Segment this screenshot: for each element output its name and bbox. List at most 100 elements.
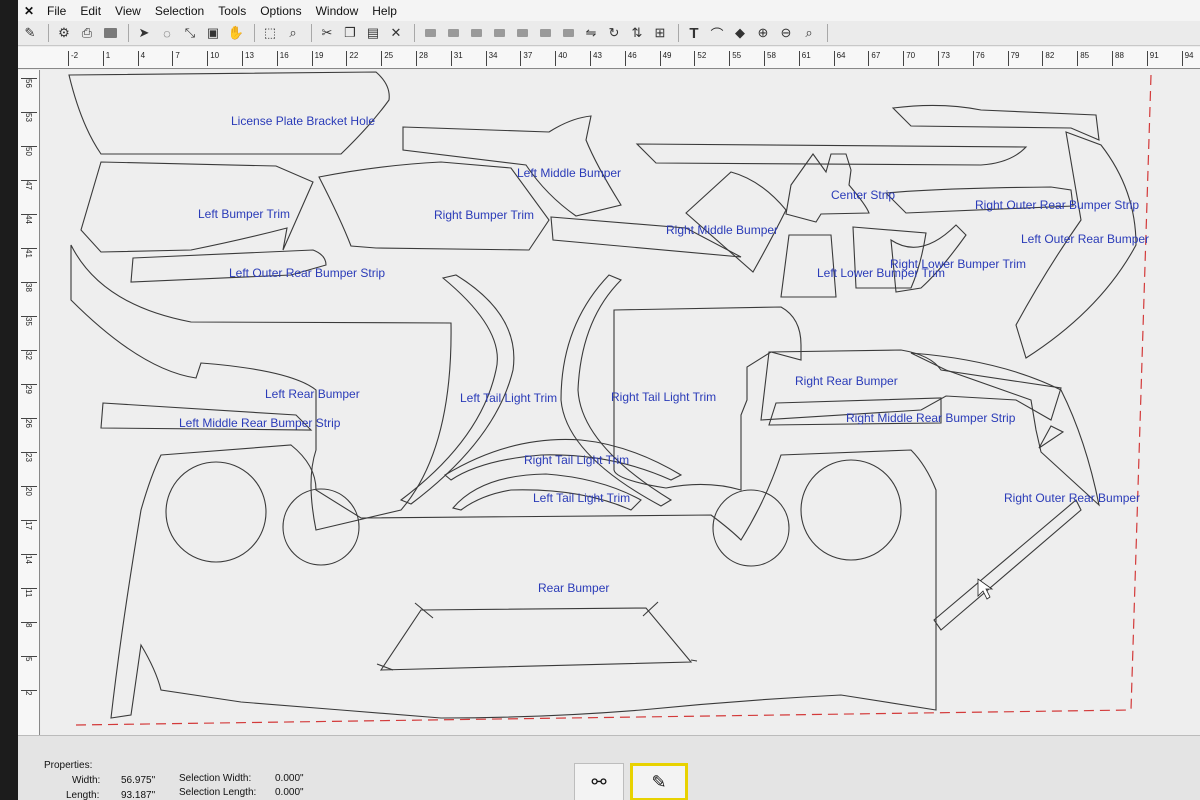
- print-icon[interactable]: ⎙: [77, 23, 97, 43]
- menu-file[interactable]: File: [40, 4, 73, 18]
- ruler-tick-label: 94: [1181, 51, 1194, 66]
- part-label[interactable]: Right Outer Rear Bumper: [1004, 491, 1140, 505]
- pen-tool-button[interactable]: ✎: [630, 763, 688, 800]
- delete-icon[interactable]: ✕: [386, 23, 406, 43]
- part-label[interactable]: Left Lower Bumper Trim: [817, 266, 945, 280]
- part-outline: [1038, 425, 1065, 449]
- ruler-tick-label: 50: [21, 146, 37, 158]
- part-label[interactable]: Left Outer Rear Bumper: [1021, 232, 1149, 246]
- ruler-tick-label: 34: [485, 51, 498, 66]
- part-label[interactable]: Left Tail Light Trim: [460, 391, 557, 405]
- paste-icon[interactable]: ▤: [363, 23, 383, 43]
- ruler-tick-text: 32: [24, 351, 33, 360]
- edit-icon[interactable]: ✎: [20, 23, 40, 43]
- part-label[interactable]: Right Middle Rear Bumper Strip: [846, 411, 1015, 425]
- distribute-icon[interactable]: [558, 23, 578, 43]
- ruler-tick-label: -2: [68, 51, 78, 66]
- ruler-tick-label: 1: [102, 51, 110, 66]
- ruler-tick-label: 17: [21, 520, 37, 532]
- align-right-icon[interactable]: [466, 23, 486, 43]
- rotate-icon[interactable]: ↻: [604, 23, 624, 43]
- bezier-icon[interactable]: ⌒: [707, 23, 727, 43]
- ruler-tick-label: 16: [276, 51, 289, 66]
- ruler-tick-text: 5: [24, 657, 33, 662]
- ruler-tick-label: 22: [346, 51, 358, 66]
- part-label[interactable]: License Plate Bracket Hole: [231, 114, 375, 128]
- part-label[interactable]: Left Tail Light Trim: [533, 491, 630, 505]
- part-outline: [800, 459, 902, 561]
- zoom-in-icon[interactable]: ⊕: [753, 23, 773, 43]
- vertical-ruler: 56 53 50 47 44 41 38 35 32 29 26 23 20 17 14 11 8 5 2: [18, 70, 40, 735]
- align-left-icon[interactable]: [420, 23, 440, 43]
- ruler-tick-label: 28: [416, 51, 428, 66]
- width-value: 56.975": [121, 775, 156, 786]
- menu-selection[interactable]: Selection: [148, 4, 211, 18]
- ruler-tick-label: 5: [21, 656, 37, 668]
- menu-edit[interactable]: Edit: [73, 4, 108, 18]
- toolbar-separator: [48, 24, 49, 42]
- part-label[interactable]: Right Outer Rear Bumper Strip: [975, 198, 1139, 212]
- ruler-tick-label: 23: [21, 452, 37, 464]
- zoom-out-icon[interactable]: ⊖: [776, 23, 796, 43]
- align-center-icon[interactable]: [443, 23, 463, 43]
- binoculars-button[interactable]: ⚯: [574, 763, 624, 800]
- fill-icon[interactable]: ◆: [730, 23, 750, 43]
- ruler-tick-label: 46: [624, 51, 637, 66]
- ruler-tick-label: 55: [729, 51, 741, 66]
- part-label[interactable]: Rear Bumper: [538, 581, 609, 595]
- plotter-icon[interactable]: [100, 23, 120, 43]
- menu-window[interactable]: Window: [309, 4, 366, 18]
- ruler-tick-label: 37: [520, 51, 532, 66]
- menu-view[interactable]: View: [108, 4, 148, 18]
- part-label[interactable]: Right Tail Light Trim: [524, 453, 629, 467]
- part-label[interactable]: Right Rear Bumper: [795, 374, 898, 388]
- node-edit-icon[interactable]: ⤡: [180, 23, 200, 43]
- part-label[interactable]: Right Tail Light Trim: [611, 390, 716, 404]
- ruler-tick-label: 11: [21, 588, 37, 600]
- part-label[interactable]: Left Bumper Trim: [198, 207, 290, 221]
- menu-help[interactable]: Help: [365, 4, 404, 18]
- toolbar-separator: [128, 24, 129, 42]
- selection-width-value: 0.000": [275, 773, 304, 784]
- menu-bar: ✕ File Edit View Selection Tools Options…: [18, 0, 1200, 21]
- select-arrow-icon[interactable]: ➤: [134, 23, 154, 43]
- ruler-tick-label: 13: [242, 51, 254, 66]
- ruler-tick-label: 43: [590, 51, 602, 66]
- toolbar: ✎ ⚙ ⎙ ➤ ◌ ⤡ ▣ ✋ ⬚ ⌕ ✂ ❐ ▤ ✕ ⇋ ↻ ⇅ ⊞ T ⌒ …: [18, 21, 1200, 46]
- toolbar-separator: [827, 24, 828, 42]
- toolbar-separator: [254, 24, 255, 42]
- ruler-tick-text: 8: [24, 623, 33, 628]
- weed-icon[interactable]: ⊞: [650, 23, 670, 43]
- part-label[interactable]: Center Strip: [831, 188, 895, 202]
- align-middle-icon[interactable]: [512, 23, 532, 43]
- zoom-select-icon[interactable]: ⌕: [283, 23, 303, 43]
- part-label[interactable]: Left Rear Bumper: [265, 387, 360, 401]
- flip-icon[interactable]: ⇅: [627, 23, 647, 43]
- mirror-icon[interactable]: ⇋: [581, 23, 601, 43]
- part-outline: [282, 488, 360, 566]
- ruler-tick-label: 67: [868, 51, 880, 66]
- lasso-icon[interactable]: ◌: [157, 23, 177, 43]
- ruler-tick-label: 14: [21, 554, 37, 566]
- hand-pan-icon[interactable]: ✋: [226, 23, 246, 43]
- select-box-icon[interactable]: ⬚: [260, 23, 280, 43]
- part-label[interactable]: Left Middle Bumper: [517, 166, 621, 180]
- design-canvas[interactable]: License Plate Bracket Hole Left Middle Bu…: [41, 70, 1200, 735]
- part-label[interactable]: Left Middle Rear Bumper Strip: [179, 416, 340, 430]
- menu-options[interactable]: Options: [253, 4, 308, 18]
- settings-icon[interactable]: ⚙: [54, 23, 74, 43]
- length-value: 93.187": [121, 790, 156, 800]
- part-label[interactable]: Left Outer Rear Bumper Strip: [229, 266, 385, 280]
- part-label[interactable]: Right Middle Bumper: [666, 223, 778, 237]
- ruler-tick-text: 11: [24, 589, 33, 598]
- weld-icon[interactable]: ▣: [203, 23, 223, 43]
- copy-icon[interactable]: ❐: [340, 23, 360, 43]
- align-bottom-icon[interactable]: [535, 23, 555, 43]
- ruler-tick-text: 26: [24, 419, 33, 428]
- cut-icon[interactable]: ✂: [317, 23, 337, 43]
- align-top-icon[interactable]: [489, 23, 509, 43]
- zoom-fit-icon[interactable]: ⌕: [799, 23, 819, 43]
- part-label[interactable]: Right Bumper Trim: [434, 208, 534, 222]
- menu-tools[interactable]: Tools: [211, 4, 253, 18]
- text-tool-icon[interactable]: T: [684, 23, 704, 43]
